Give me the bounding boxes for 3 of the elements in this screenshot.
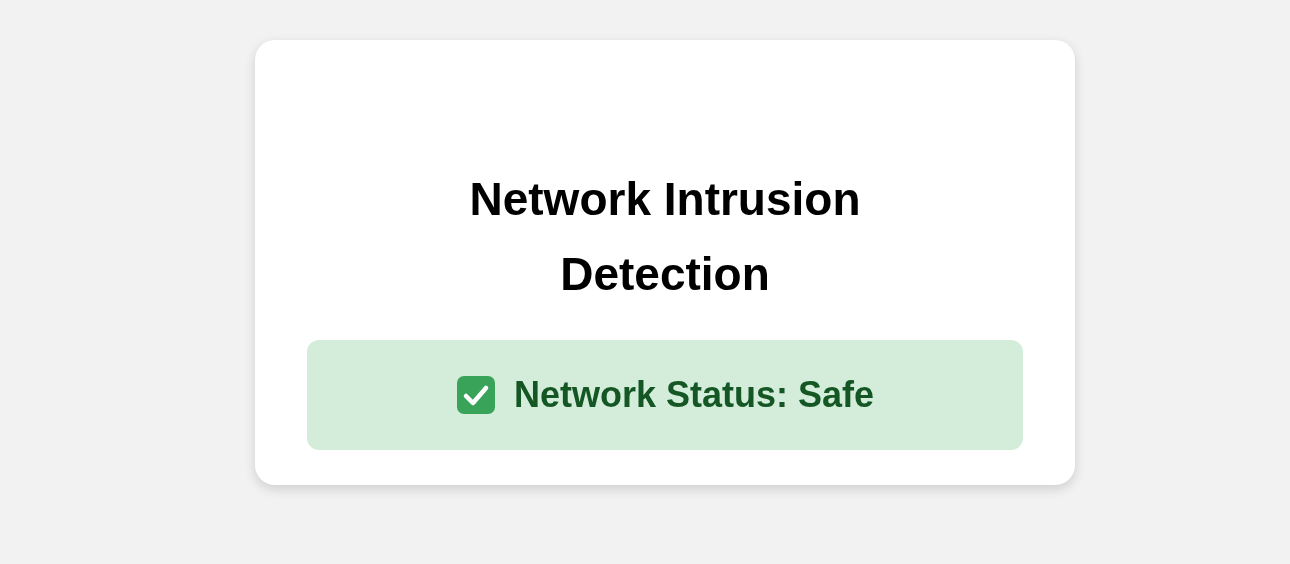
check-icon — [455, 375, 496, 415]
page-title: Network Intrusion Detection — [468, 172, 862, 302]
status-text: Network Status: Safe — [513, 373, 875, 417]
